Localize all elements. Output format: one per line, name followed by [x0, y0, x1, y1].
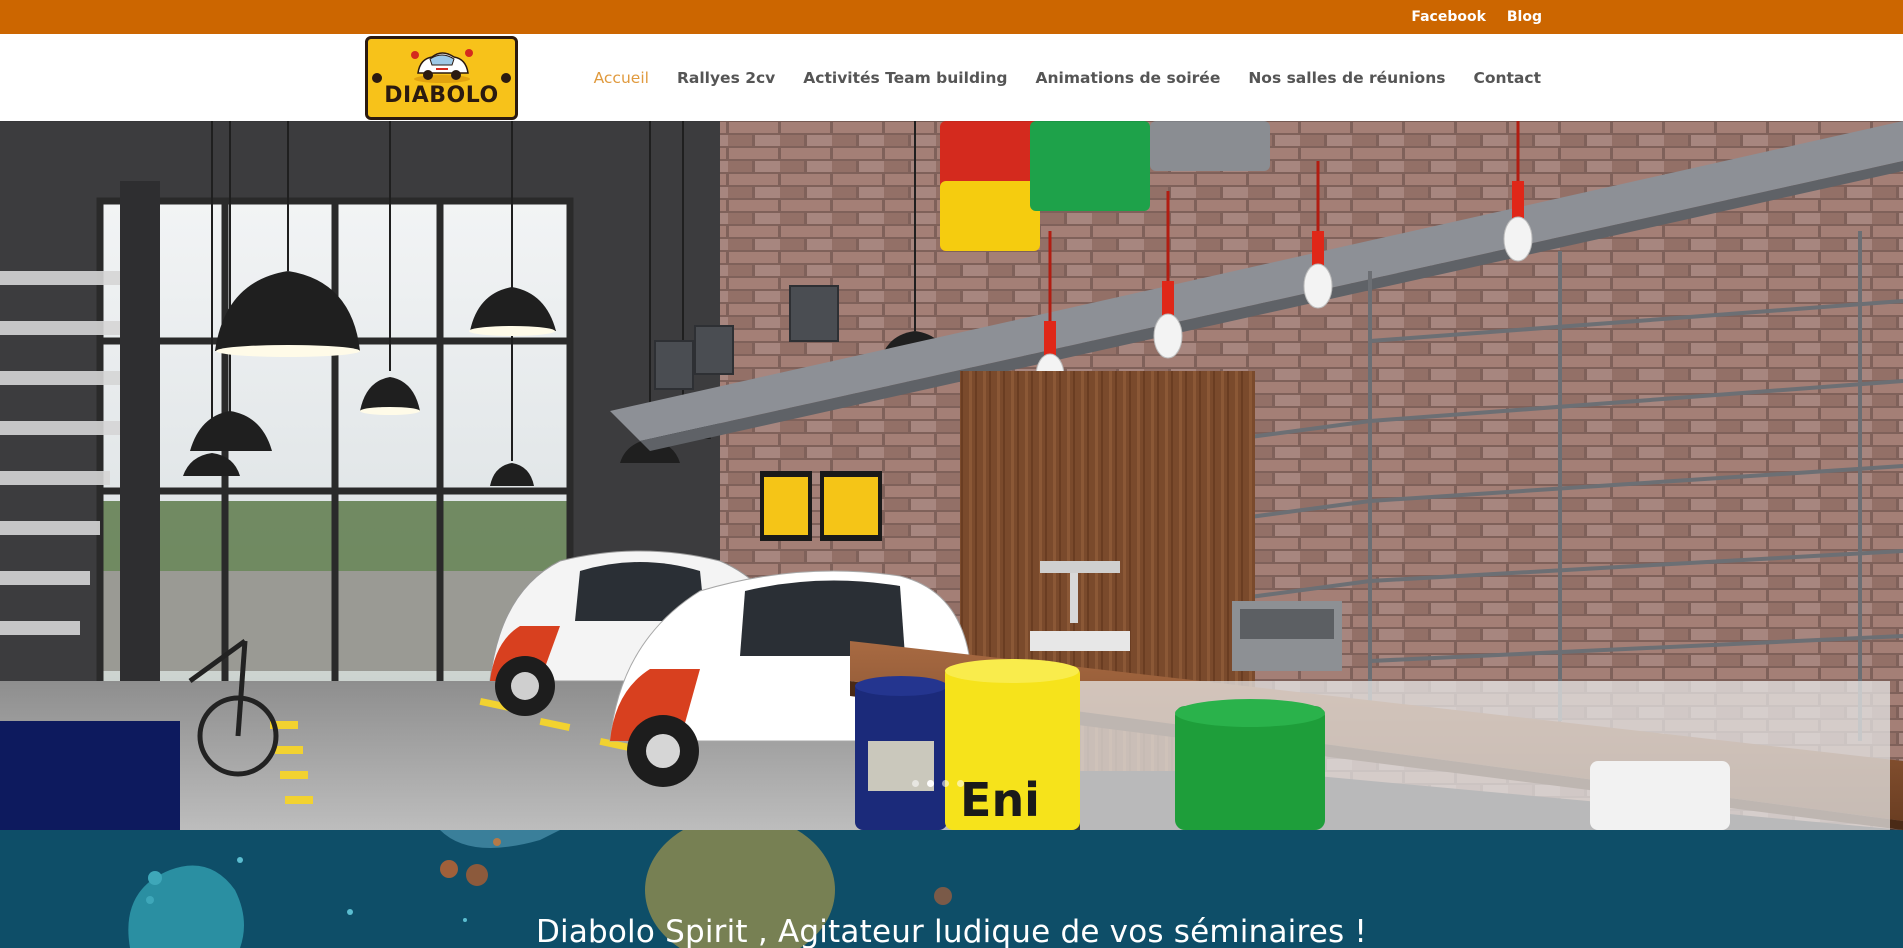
top-links: Facebook Blog: [1411, 0, 1542, 34]
nav-item-salles[interactable]: Nos salles de réunions: [1248, 69, 1445, 87]
slider-dot-3[interactable]: [942, 780, 949, 787]
facebook-link[interactable]: Facebook: [1411, 9, 1486, 25]
intro-section: Diabolo Spirit , Agitateur ludique de vo…: [0, 830, 1903, 948]
site-header: DIABOLO Accueil Rallyes 2cv Activités Te…: [0, 34, 1903, 121]
logo-text: DIABOLO: [384, 83, 499, 108]
nav-item-animations[interactable]: Animations de soirée: [1035, 69, 1220, 87]
logo-stud-left: [372, 73, 382, 83]
nav-item-accueil[interactable]: Accueil: [594, 69, 649, 87]
top-bar: Facebook Blog: [0, 0, 1903, 34]
slider-dot-2[interactable]: [927, 780, 934, 787]
logo-stud-right: [501, 73, 511, 83]
slider-dot-1[interactable]: [912, 780, 919, 787]
main-nav: Accueil Rallyes 2cv Activités Team build…: [594, 34, 1541, 121]
car-icon: [411, 49, 473, 83]
blog-link[interactable]: Blog: [1507, 9, 1542, 25]
slider-dots: [912, 780, 964, 787]
intro-title: Diabolo Spirit , Agitateur ludique de vo…: [535, 914, 1368, 948]
nav-item-contact[interactable]: Contact: [1473, 69, 1541, 87]
nav-item-rallyes[interactable]: Rallyes 2cv: [677, 69, 775, 87]
hero-image: Eni: [0, 121, 1903, 830]
diabolo-logo[interactable]: DIABOLO: [365, 36, 518, 120]
nav-item-team-building[interactable]: Activités Team building: [803, 69, 1007, 87]
svg-text:Eni: Eni: [960, 773, 1040, 827]
slider-dot-4[interactable]: [957, 780, 964, 787]
hero-slider[interactable]: Eni: [0, 121, 1903, 830]
